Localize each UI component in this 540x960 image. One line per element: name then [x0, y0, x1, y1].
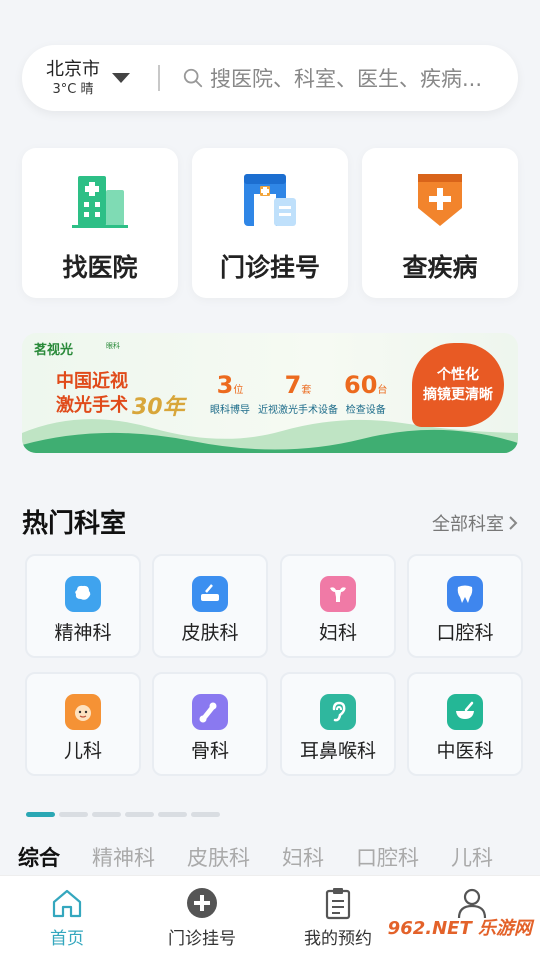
- dept-tcm[interactable]: 中医科: [407, 672, 523, 776]
- watermark: 962.NET 乐游网: [387, 918, 532, 939]
- add-circle-icon: [187, 888, 217, 918]
- all-departments-link[interactable]: 全部科室: [432, 510, 518, 536]
- search-bar: 北京市 3°C 晴 搜医院、科室、医生、疾病...: [22, 45, 518, 111]
- pager-dot: [158, 812, 187, 817]
- banner-stat: 7套 近视激光手术设备: [258, 371, 338, 416]
- ear-icon: [320, 694, 356, 730]
- uterus-icon: [320, 576, 356, 612]
- tab-gynecology[interactable]: 妇科: [282, 842, 324, 872]
- tab-pediatrics[interactable]: 儿科: [451, 842, 493, 872]
- city-name: 北京市: [46, 58, 100, 80]
- promo-banner[interactable]: 茗视光 眼科 中国近视 激光手术 30年 3位 眼科博导 7套 近视激光手术设备…: [22, 333, 518, 453]
- tab-general[interactable]: 综合: [18, 842, 60, 872]
- dept-dermatology[interactable]: 皮肤科: [152, 554, 268, 658]
- disease-shield-icon: [418, 174, 462, 226]
- nav-appointments[interactable]: 我的预约: [278, 886, 398, 949]
- card-label: 查疾病: [402, 253, 478, 282]
- skin-icon: [192, 576, 228, 612]
- tab-stomatology[interactable]: 口腔科: [356, 842, 419, 872]
- card-label: 门诊挂号: [219, 253, 320, 282]
- bone-icon: [192, 694, 228, 730]
- weather-text: 3°C 晴: [52, 81, 94, 97]
- chevron-right-icon: [509, 516, 518, 530]
- clinic-registration-card[interactable]: 门诊挂号: [192, 148, 348, 298]
- banner-slogan-1: 中国近视: [56, 371, 128, 392]
- nav-registration[interactable]: 门诊挂号: [142, 886, 262, 949]
- nav-home[interactable]: 首页: [7, 886, 127, 949]
- baby-icon: [65, 694, 101, 730]
- clinic-registration-icon: [244, 174, 296, 226]
- mortar-icon: [447, 694, 483, 730]
- dept-stomatology[interactable]: 口腔科: [407, 554, 523, 658]
- tab-dermatology[interactable]: 皮肤科: [187, 842, 250, 872]
- banner-slogan-2: 激光手术: [56, 395, 128, 416]
- tooth-icon: [447, 576, 483, 612]
- banner-years: 30年: [132, 395, 185, 420]
- clipboard-icon: [325, 888, 351, 920]
- search-input[interactable]: 搜医院、科室、医生、疾病...: [210, 63, 482, 93]
- section-title: 热门科室: [22, 509, 127, 539]
- search-divider: [158, 65, 160, 91]
- grid-pager: [26, 812, 220, 817]
- banner-stat: 60台 检查设备: [344, 371, 388, 416]
- hospital-building-icon: [72, 176, 128, 228]
- check-disease-card[interactable]: 查疾病: [362, 148, 518, 298]
- banner-stat: 3位 眼科博导: [210, 371, 250, 416]
- search-icon: [183, 68, 203, 88]
- bottom-nav: 首页 门诊挂号 我的预约 962.NET 乐游网: [0, 875, 540, 960]
- tab-psychiatry[interactable]: 精神科: [92, 842, 155, 872]
- pager-dot: [125, 812, 154, 817]
- banner-brand-sub: 眼科: [106, 342, 120, 350]
- chevron-down-icon[interactable]: [112, 73, 130, 83]
- dept-orthopedics[interactable]: 骨科: [152, 672, 268, 776]
- pager-dot: [26, 812, 55, 817]
- pager-dot: [92, 812, 121, 817]
- find-hospital-card[interactable]: 找医院: [22, 148, 178, 298]
- card-label: 找医院: [62, 253, 138, 282]
- city-selector[interactable]: 北京市 3°C 晴: [22, 59, 142, 98]
- dept-gynecology[interactable]: 妇科: [280, 554, 396, 658]
- pager-dot: [59, 812, 88, 817]
- brain-icon: [65, 576, 101, 612]
- dept-pediatrics[interactable]: 儿科: [25, 672, 141, 776]
- dept-psychiatry[interactable]: 精神科: [25, 554, 141, 658]
- banner-brand: 茗视光: [34, 343, 74, 358]
- category-tabs: 综合 精神科 皮肤科 妇科 口腔科 儿科: [18, 842, 525, 872]
- dept-ent[interactable]: 耳鼻喉科: [280, 672, 396, 776]
- banner-bubble: 个性化 摘镜更清晰: [412, 343, 504, 427]
- home-icon: [52, 889, 82, 918]
- pager-dot: [191, 812, 220, 817]
